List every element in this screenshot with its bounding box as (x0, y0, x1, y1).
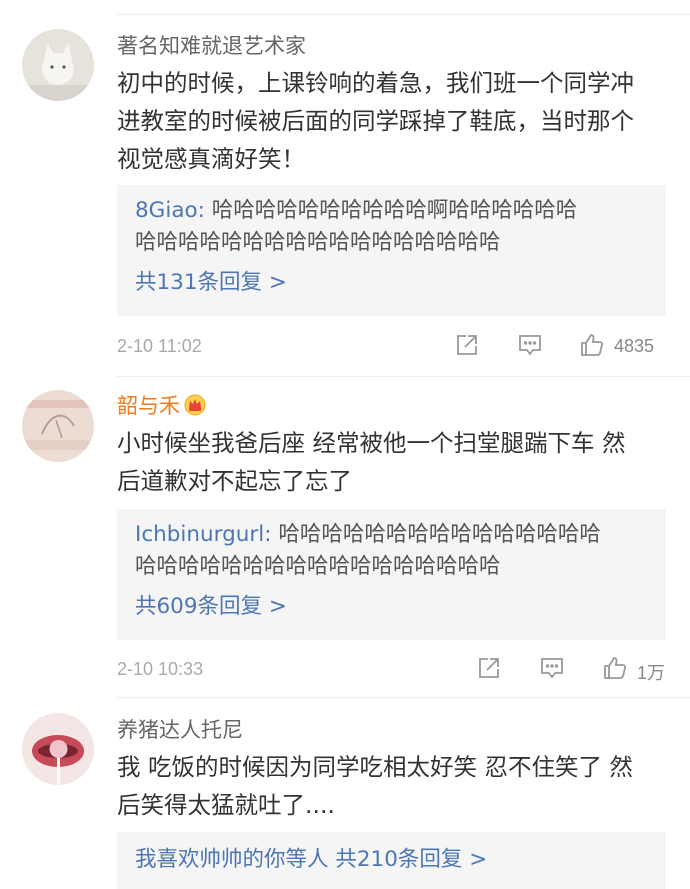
divider (117, 376, 690, 377)
comment-time: 2-10 10:33 (117, 659, 204, 679)
comment-text-line: 后道歉对不起忘了忘了 (117, 467, 352, 495)
reply-line: 哈哈哈哈哈哈哈哈哈哈哈哈哈哈哈哈哈 (135, 230, 501, 255)
avatar[interactable] (22, 29, 94, 101)
reply-summary: 我喜欢帅帅的你等人 共210条回复 > (135, 842, 666, 878)
view-replies-link[interactable]: 共131条回复 > (135, 265, 666, 301)
comment-text-line: 进教室的时候被后面的同学踩掉了鞋底，当时那个 (117, 107, 634, 135)
comment-text-line: 视觉感真滴好笑！ (117, 145, 305, 173)
reply-preview[interactable]: 8Giao: 哈哈哈哈哈哈哈哈哈哈啊哈哈哈哈哈哈 哈哈哈哈哈哈哈哈哈哈哈哈哈哈哈… (117, 185, 666, 316)
view-replies-link[interactable]: 共609条回复 > (135, 589, 666, 625)
comment-username-text: 韶与禾 (117, 394, 180, 418)
thumbs-up-icon[interactable] (579, 332, 605, 358)
comment-text-line: 后笑得太猛就吐了.... (117, 791, 335, 819)
comment-meta: 2-10 11:02 4835 (117, 332, 666, 362)
comment-text-line: 初中的时候，上课铃响的着急，我们班一个同学冲 (117, 69, 634, 97)
crown-badge-icon (184, 394, 206, 416)
comment-text: 初中的时候，上课铃响的着急，我们班一个同学冲 进教室的时候被后面的同学踩掉了鞋底… (117, 64, 677, 178)
reply-line: Ichbinurgurl: 哈哈哈哈哈哈哈哈哈哈哈哈哈哈哈 (135, 519, 666, 551)
reply-username[interactable]: 8Giao: (135, 198, 205, 223)
share-icon[interactable] (476, 655, 502, 681)
avatar[interactable] (22, 713, 94, 785)
avatar[interactable] (22, 390, 94, 462)
comment-username[interactable]: 韶与禾 (117, 393, 206, 419)
comment-username[interactable]: 养猪达人托尼 (117, 717, 243, 743)
reply-text: 哈哈哈哈哈哈哈哈哈哈哈哈哈哈哈 (278, 522, 601, 547)
view-replies-link[interactable]: 共210条回复 > (335, 847, 487, 872)
comment-time: 2-10 11:02 (117, 336, 202, 356)
comment-icon[interactable] (539, 655, 565, 681)
top-divider (117, 14, 690, 15)
reply-participants[interactable]: 我喜欢帅帅的你等人 (135, 847, 329, 872)
comment-text-line: 我 吃饭的时候因为同学吃相太好笑 忍不住笑了 然 (117, 753, 633, 781)
thumbs-up-icon[interactable] (602, 655, 628, 681)
comment-text: 我 吃饭的时候因为同学吃相太好笑 忍不住笑了 然 后笑得太猛就吐了.... (117, 748, 677, 824)
reply-line: 哈哈哈哈哈哈哈哈哈哈哈哈哈哈哈哈哈 (135, 554, 501, 579)
reply-line: 8Giao: 哈哈哈哈哈哈哈哈哈哈啊哈哈哈哈哈哈 (135, 195, 666, 227)
comment-text: 小时候坐我爸后座 经常被他一个扫堂腿踹下车 然 后道歉对不起忘了忘了 (117, 424, 677, 500)
comment-icon[interactable] (517, 332, 543, 358)
comment-text-line: 小时候坐我爸后座 经常被他一个扫堂腿踹下车 然 (117, 429, 626, 457)
share-icon[interactable] (454, 332, 480, 358)
reply-preview[interactable]: Ichbinurgurl: 哈哈哈哈哈哈哈哈哈哈哈哈哈哈哈 哈哈哈哈哈哈哈哈哈哈… (117, 509, 666, 640)
reply-username[interactable]: Ichbinurgurl: (135, 522, 271, 547)
like-count: 4835 (614, 336, 655, 356)
comment-username[interactable]: 著名知难就退艺术家 (117, 33, 306, 59)
comment-meta: 2-10 10:33 1万 (117, 655, 666, 685)
reply-text: 哈哈哈哈哈哈哈哈哈哈啊哈哈哈哈哈哈 (211, 198, 578, 223)
divider (117, 697, 690, 698)
like-count: 1万 (637, 663, 666, 683)
reply-preview[interactable]: 我喜欢帅帅的你等人 共210条回复 > (117, 832, 666, 889)
